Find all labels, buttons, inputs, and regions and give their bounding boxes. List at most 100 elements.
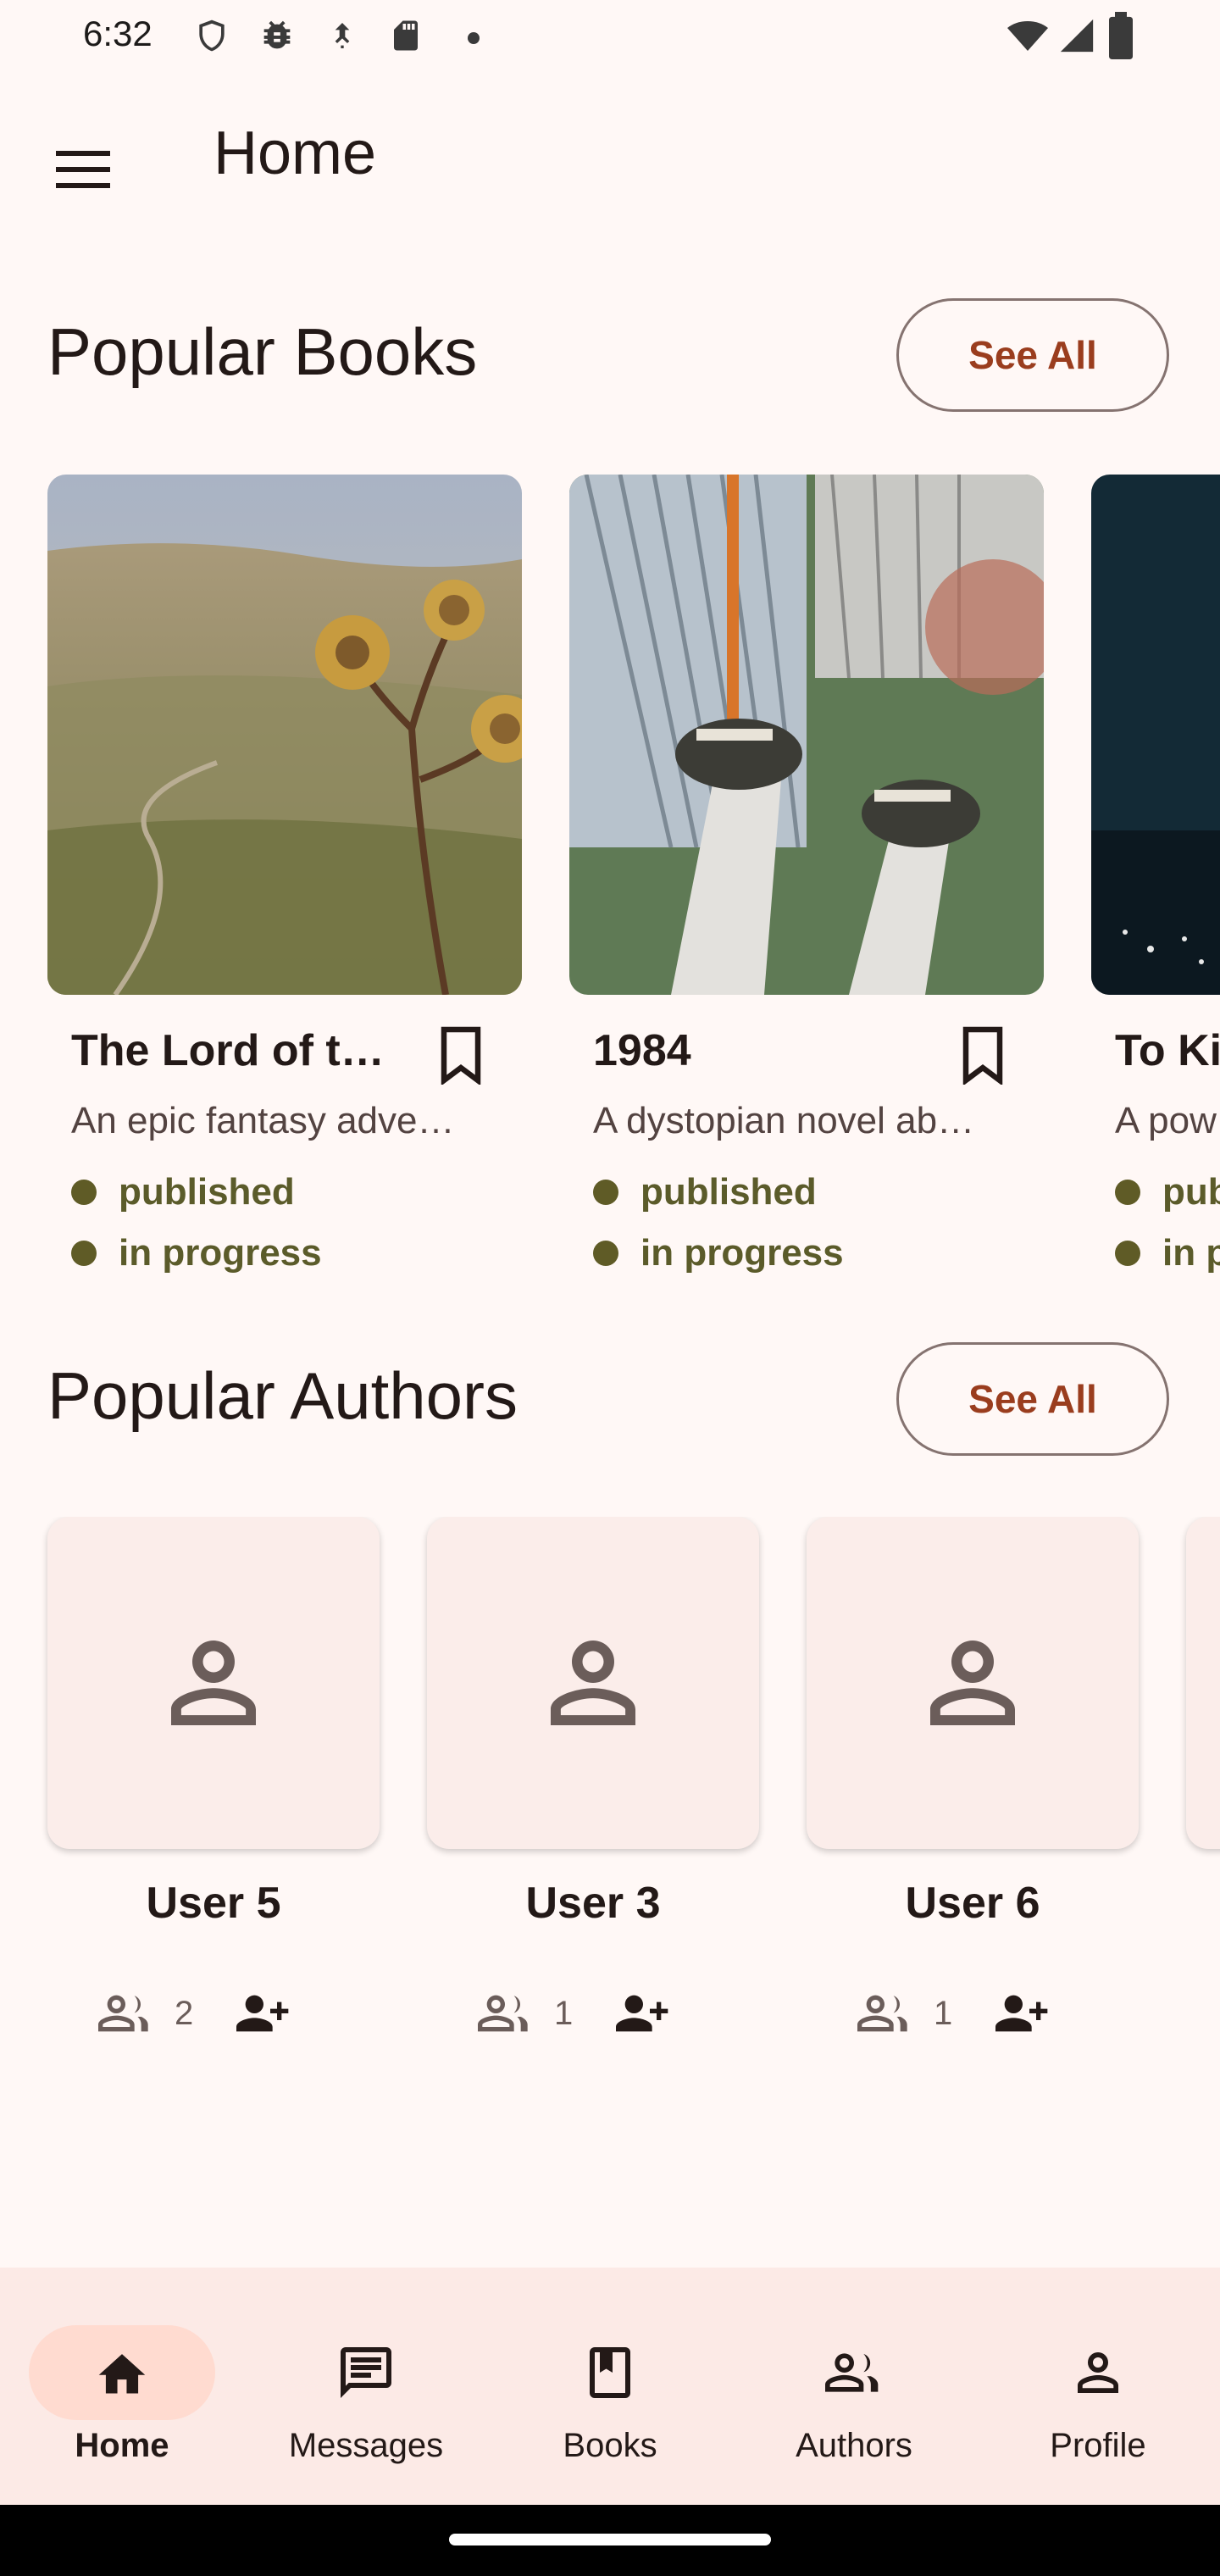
author-stats: 1 [427,1983,759,2051]
nav-item-books[interactable]: Books [488,2268,732,2505]
status-tag: in progress [71,1232,322,1274]
status-tag-label: published [119,1171,295,1213]
shield-icon [199,19,225,52]
followers-icon [478,1995,528,2032]
nav-item-home[interactable]: Home [0,2268,244,2505]
book-description: A pow [1115,1100,1217,1141]
sync-icon [335,23,350,48]
popular-authors-list: User 5 2 User 3 1 User 6 1 [0,1517,1220,2093]
people-icon [825,2353,879,2392]
author-avatar-card[interactable] [807,1517,1139,1849]
status-dot-icon [1115,1180,1140,1205]
bug-icon [263,20,291,49]
status-tag-label: pub [1162,1171,1220,1213]
nav-label: Home [75,2427,169,2464]
book-cover-image [1091,475,1220,995]
nav-active-indicator [29,2325,215,2420]
status-tag-label: in progress [640,1232,844,1274]
followers-icon [857,1995,907,2032]
status-tag-label: in progress [119,1232,322,1274]
nav-item-messages[interactable]: Messages [244,2268,488,2505]
popular-books-title: Popular Books [47,314,478,389]
status-tag: published [593,1171,817,1213]
nav-item-profile[interactable]: Profile [976,2268,1220,2505]
author-name: User 5 [146,1879,281,1928]
book-title: To Ki [1115,1026,1220,1075]
book-icon [590,2347,630,2398]
see-all-books-button[interactable]: See All [896,298,1169,412]
author-item[interactable]: User 3 1 [427,1517,759,2093]
menu-button[interactable] [39,125,127,214]
nav-icon-container [273,2325,459,2420]
author-avatar-card[interactable] [47,1517,380,1849]
author-stats: 1 [807,1983,1139,2051]
home-gesture-handle[interactable] [449,2534,771,2545]
cellular-signal-icon [1060,19,1094,53]
page-title: Home [214,119,377,187]
person-outline-icon [551,1641,635,1725]
person-icon [1078,2352,1118,2393]
author-avatar-card[interactable] [427,1517,759,1849]
battery-icon [1109,12,1133,59]
bottom-navigation: Home Messages Books Authors Profile [0,2268,1220,2505]
system-gesture-bar [0,2505,1220,2576]
nav-label: Messages [288,2427,444,2464]
status-bar: 6:32 [0,0,1220,75]
author-name: User 3 [525,1879,661,1928]
follower-count: 2 [175,1995,194,2032]
status-tag: published [71,1171,295,1213]
status-dot-icon [71,1180,97,1205]
book-cover-image [569,475,1044,995]
book-description: An epic fantasy adve… [71,1100,455,1141]
nav-icon-container [517,2325,703,2420]
author-name: User 6 [905,1879,1040,1928]
status-dot-icon [593,1180,618,1205]
status-dot-icon [1115,1241,1140,1266]
follow-add-person-icon[interactable] [229,1986,298,2040]
author-item[interactable]: User 6 1 [807,1517,1139,2093]
hamburger-menu-icon [56,151,110,188]
nav-label: Profile [1050,2427,1146,2464]
nav-label: Books [563,2427,657,2464]
bookmark-icon[interactable] [435,1025,486,1085]
follow-add-person-icon[interactable] [988,1986,1057,2040]
book-description: A dystopian novel ab… [593,1100,975,1141]
top-app-bar: Home [0,93,1220,212]
status-dot-icon [593,1241,618,1266]
status-tag: pub [1115,1171,1220,1213]
author-avatar-card[interactable] [1186,1517,1220,1849]
person-outline-icon [930,1641,1015,1725]
follow-add-person-icon[interactable] [608,1986,678,2040]
nav-icon-container [761,2325,947,2420]
follower-count: 1 [934,1995,953,2032]
status-tag-label: in p [1162,1232,1220,1274]
wifi-icon [1007,21,1048,51]
author-stats: 2 [47,1983,380,2051]
nav-label: Authors [796,2427,912,2464]
popular-authors-title: Popular Authors [47,1358,518,1433]
status-dot-icon [71,1241,97,1266]
followers-icon [98,1995,148,2032]
popular-books-list: The Lord of th… An epic fantasy adve… pu… [0,475,1220,1288]
status-tag: in p [1115,1232,1220,1274]
book-card[interactable]: The Lord of th… An epic fantasy adve… pu… [47,475,522,1288]
notification-dot-icon [468,32,480,44]
author-item[interactable]: User 5 2 [47,1517,380,2093]
see-all-authors-button[interactable]: See All [896,1342,1169,1456]
book-card[interactable]: To Ki A pow pub in p [1091,475,1220,1288]
status-time: 6:32 [83,14,152,53]
book-title: 1984 [593,1026,691,1075]
status-tag-label: published [640,1171,817,1213]
messages-icon [341,2347,391,2398]
status-tag: in progress [593,1232,844,1274]
sd-card-icon [394,20,418,51]
book-card[interactable]: 1984 A dystopian novel ab… published in … [569,475,1044,1288]
home-icon [98,2354,146,2394]
follower-count: 1 [554,1995,574,2032]
nav-item-authors[interactable]: Authors [732,2268,976,2505]
person-outline-icon [171,1641,256,1725]
book-title: The Lord of th… [71,1026,410,1075]
bookmark-icon[interactable] [957,1025,1008,1085]
book-cover-image [47,475,522,995]
nav-icon-container [1005,2325,1191,2420]
